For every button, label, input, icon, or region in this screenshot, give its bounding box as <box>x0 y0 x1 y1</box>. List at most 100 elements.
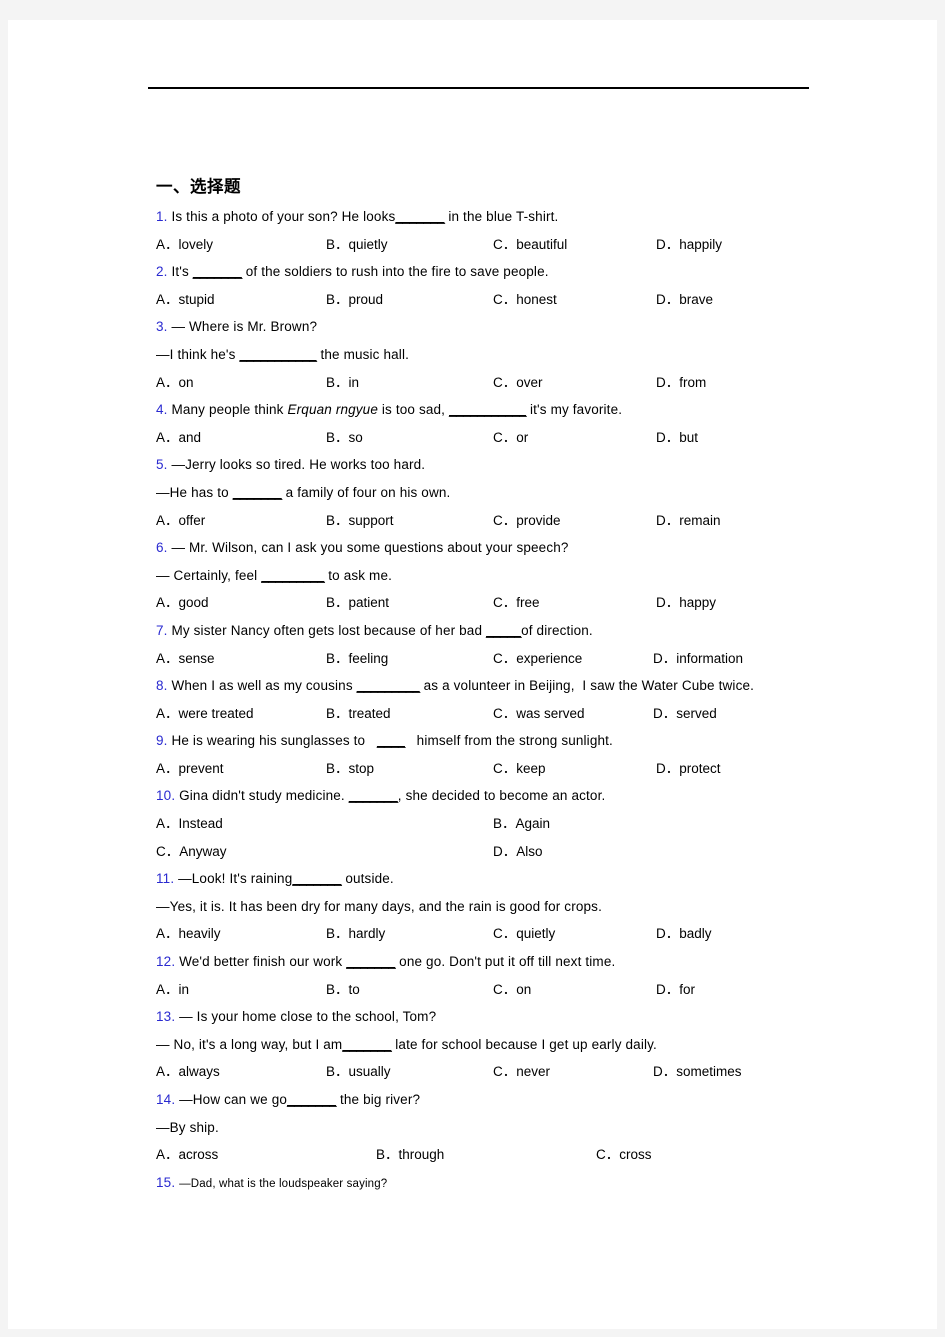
option-b[interactable]: B．proud <box>326 286 383 314</box>
option-c[interactable]: C．Anyway <box>156 838 227 866</box>
option-d[interactable]: D．Also <box>493 838 543 866</box>
answer-blank: _______ <box>287 1092 337 1107</box>
option-b[interactable]: B．quietly <box>326 231 388 259</box>
option-a[interactable]: A．always <box>156 1058 220 1086</box>
question-stem: 10. Gina didn't study medicine. _______,… <box>156 788 606 804</box>
answer-blank: _________ <box>356 678 421 694</box>
option-b[interactable]: B．so <box>326 424 363 452</box>
answer-blank: ___________ <box>449 402 527 418</box>
question-stem: 13. — Is your home close to the school, … <box>156 1009 437 1025</box>
option-row: A．good B．patient C．free D．happy <box>156 589 811 617</box>
option-c[interactable]: C．over <box>493 369 543 397</box>
option-a[interactable]: A．on <box>156 369 194 397</box>
option-a[interactable]: A．and <box>156 424 201 452</box>
option-d[interactable]: D．served <box>653 700 717 728</box>
option-b[interactable]: B．stop <box>326 755 374 783</box>
option-d[interactable]: D．protect <box>656 755 721 783</box>
option-c[interactable]: C．free <box>493 589 540 617</box>
option-b[interactable]: B．usually <box>326 1058 391 1086</box>
option-row: A．sense B．feeling C．experience D．informa… <box>156 645 811 673</box>
option-b[interactable]: B．Again <box>493 810 550 838</box>
option-d[interactable]: D．but <box>656 424 698 452</box>
question-number: 3. <box>156 319 168 335</box>
question-stem-line2: —He has to _______ a family of four on h… <box>156 484 451 500</box>
question-stem-line2: —By ship. <box>156 1119 219 1135</box>
answer-blank: _________ <box>261 567 325 583</box>
option-row: A．stupid B．proud C．honest D．brave <box>156 286 811 314</box>
question-number: 11. <box>156 871 175 887</box>
option-c[interactable]: C．experience <box>493 645 582 673</box>
question-stem: 1. Is this a photo of your son? He looks… <box>156 209 559 224</box>
option-c[interactable]: C．was served <box>493 700 585 728</box>
option-c[interactable]: C．keep <box>493 755 546 783</box>
option-row: A．and B．so C．or D．but <box>156 424 811 452</box>
option-a[interactable]: A．Instead <box>156 810 223 838</box>
answer-blank: ___________ <box>239 346 317 362</box>
option-b[interactable]: B．feeling <box>326 645 388 673</box>
option-d[interactable]: D．sometimes <box>653 1058 742 1086</box>
option-c[interactable]: C．never <box>493 1058 550 1086</box>
option-row: A．Instead B．Again <box>156 810 811 838</box>
answer-blank: _______ <box>292 871 342 887</box>
option-c[interactable]: C．beautiful <box>493 231 567 259</box>
question-number: 13. <box>156 1009 176 1025</box>
option-c[interactable]: C．provide <box>493 507 561 535</box>
question-number: 12. <box>156 954 176 970</box>
option-a[interactable]: A．were treated <box>156 700 254 728</box>
option-d[interactable]: D．happily <box>656 231 722 259</box>
option-row: A．lovely B．quietly C．beautiful D．happily <box>156 231 811 259</box>
question-stem-line2: —I think he's ___________ the music hall… <box>156 346 409 362</box>
question-stem: 12. We'd better finish our work _______ … <box>156 954 616 970</box>
option-d[interactable]: D．badly <box>656 920 712 948</box>
option-a[interactable]: A．stupid <box>156 286 215 314</box>
option-b[interactable]: B．hardly <box>326 920 385 948</box>
option-a[interactable]: A．across <box>156 1141 218 1169</box>
option-b[interactable]: B．support <box>326 507 394 535</box>
option-c[interactable]: C．or <box>493 424 528 452</box>
option-b[interactable]: B．through <box>376 1141 444 1169</box>
option-d[interactable]: D．remain <box>656 507 721 535</box>
question-number: 5. <box>156 457 168 473</box>
option-a[interactable]: A．in <box>156 976 189 1004</box>
question-stem: 3. — Where is Mr. Brown? <box>156 319 318 335</box>
option-a[interactable]: A．offer <box>156 507 205 535</box>
option-d[interactable]: D．brave <box>656 286 713 314</box>
option-d[interactable]: D．from <box>656 369 706 397</box>
option-c[interactable]: C．on <box>493 976 531 1004</box>
option-b[interactable]: B．treated <box>326 700 391 728</box>
question-number: 2. <box>156 264 168 280</box>
option-d[interactable]: D．happy <box>656 589 716 617</box>
question-number: 1. <box>156 209 168 224</box>
option-row: A．across B．through C．cross <box>156 1141 811 1169</box>
option-b[interactable]: B．to <box>326 976 360 1004</box>
option-a[interactable]: A．lovely <box>156 231 213 259</box>
question-stem: 7. My sister Nancy often gets lost becau… <box>156 622 593 638</box>
question-stem-line2: — No, it's a long way, but I am_______ l… <box>156 1036 657 1052</box>
option-a[interactable]: A．good <box>156 589 209 617</box>
answer-blank: _______ <box>342 1036 392 1052</box>
option-a[interactable]: A．sense <box>156 645 215 673</box>
answer-blank: _______ <box>348 788 399 804</box>
option-c[interactable]: C．honest <box>493 286 557 314</box>
option-a[interactable]: A．prevent <box>156 755 224 783</box>
question-stem: 2. It's _______ of the soldiers to rush … <box>156 264 549 280</box>
option-a[interactable]: A．heavily <box>156 920 221 948</box>
option-b[interactable]: B．patient <box>326 589 389 617</box>
option-b[interactable]: B．in <box>326 369 359 397</box>
option-d[interactable]: D．for <box>656 976 695 1004</box>
header-rule <box>148 87 809 89</box>
question-text: —Dad, what is the loudspeaker saying? <box>179 1177 388 1190</box>
question-stem-line2: —Yes, it is. It has been dry for many da… <box>156 898 602 914</box>
answer-blank: _______ <box>395 209 445 224</box>
answer-blank: _______ <box>232 484 283 500</box>
option-row: A．in B．to C．on D．for <box>156 976 811 1004</box>
question-number: 9. <box>156 733 168 749</box>
option-c[interactable]: C．quietly <box>493 920 555 948</box>
question-number: 14. <box>156 1092 176 1107</box>
option-row: A．prevent B．stop C．keep D．protect <box>156 755 811 783</box>
option-d[interactable]: D．information <box>653 645 743 673</box>
answer-blank: _______ <box>192 264 243 280</box>
option-row: A．offer B．support C．provide D．remain <box>156 507 811 535</box>
option-c[interactable]: C．cross <box>596 1141 652 1169</box>
question-number: 4. <box>156 402 168 418</box>
